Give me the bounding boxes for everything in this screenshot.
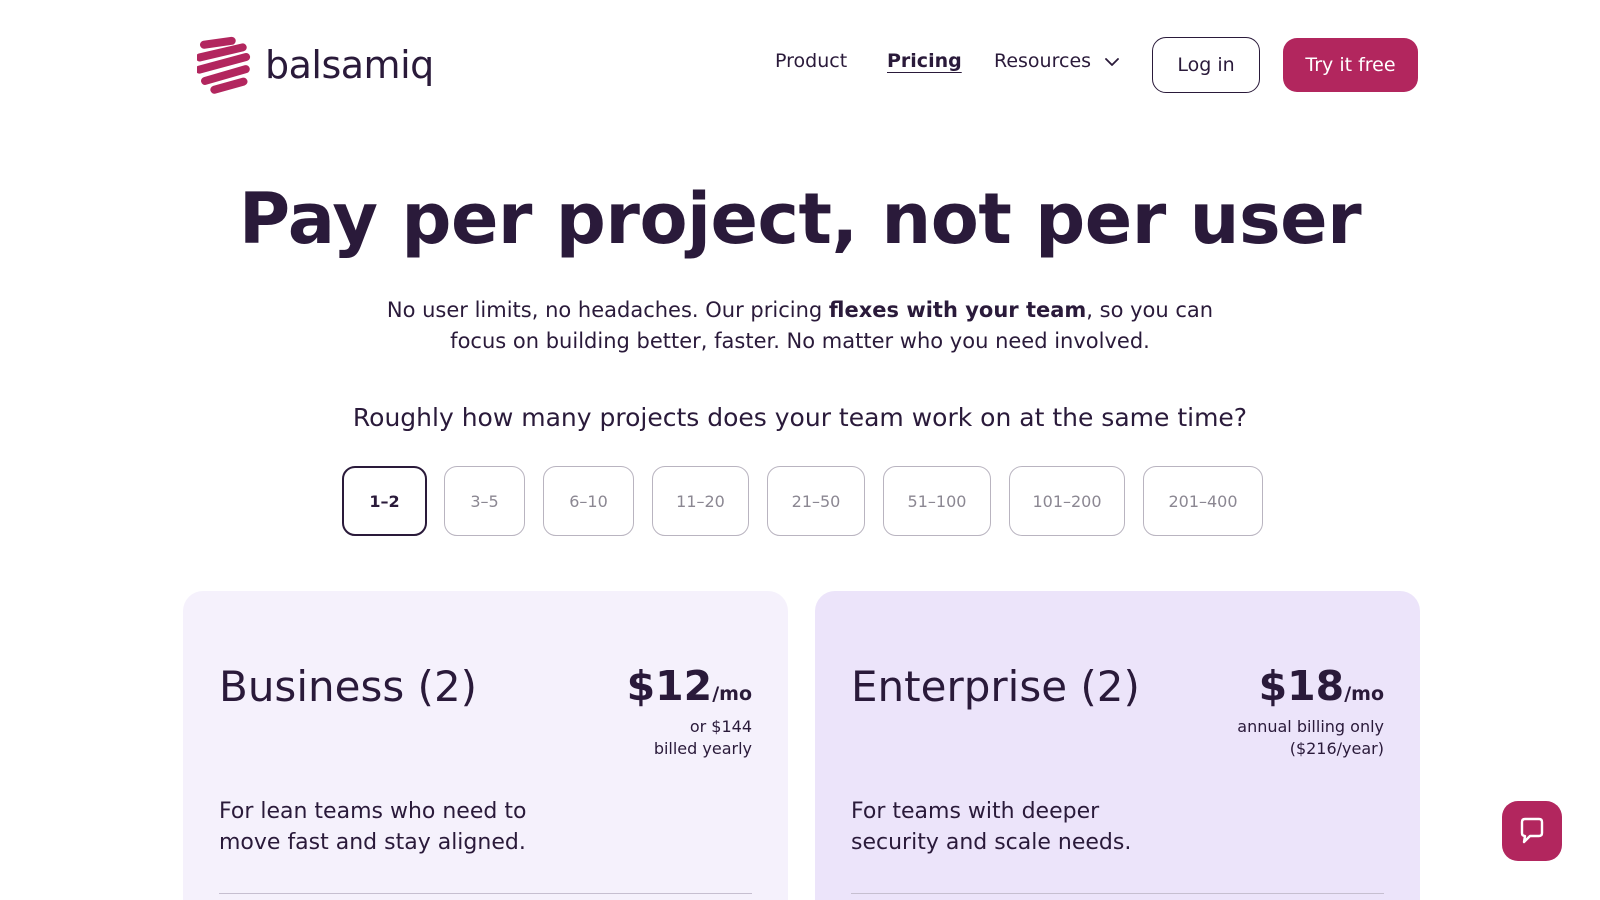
hero-subtitle-bold: flexes with your team — [828, 298, 1087, 322]
login-button[interactable]: Log in — [1152, 37, 1260, 93]
plan-price-note: or $144 billed yearly — [627, 716, 752, 760]
divider — [219, 893, 752, 894]
nav-resources-menu[interactable]: Resources — [994, 50, 1119, 72]
project-count-option[interactable]: 201–400 — [1143, 466, 1263, 536]
project-count-option[interactable]: 21–50 — [767, 466, 865, 536]
plan-name: Enterprise (2) — [851, 662, 1140, 711]
plan-price-unit: /mo — [712, 683, 752, 705]
nav-product-link[interactable]: Product — [775, 50, 847, 72]
project-count-option[interactable]: 3–5 — [444, 466, 525, 536]
plan-price-note-line1: annual billing only — [1237, 717, 1384, 736]
business-plan-card: Business (2) $12/mo or $144 billed yearl… — [183, 591, 788, 900]
plan-description: For teams with deeper security and scale… — [851, 799, 1132, 855]
hero-subtitle-part1: No user limits, no headaches. Our pricin… — [386, 298, 829, 322]
project-count-option[interactable]: 51–100 — [883, 466, 991, 536]
project-count-question: Roughly how many projects does your team… — [352, 403, 1248, 432]
help-chat-button[interactable] — [1502, 801, 1562, 861]
divider — [851, 893, 1384, 894]
project-count-option[interactable]: 1–2 — [342, 466, 427, 536]
project-count-selector: 1–2 3–5 6–10 11–20 21–50 51–100 101–200 … — [0, 466, 1600, 536]
nav-resources-label: Resources — [994, 50, 1092, 72]
page-title: Pay per project, not per user — [238, 178, 1362, 260]
plan-price-block: $18/mo annual billing only ($216/year) — [1237, 662, 1384, 760]
plan-price: $12 — [626, 662, 713, 710]
chat-bubble-icon — [1520, 817, 1544, 844]
project-count-option[interactable]: 6–10 — [543, 466, 634, 536]
try-it-free-button[interactable]: Try it free — [1283, 38, 1418, 92]
nav-pricing-link[interactable]: Pricing — [887, 50, 962, 72]
plan-price-block: $12/mo or $144 billed yearly — [627, 662, 752, 760]
plan-name: Business (2) — [219, 662, 478, 711]
plan-price-note-line2: billed yearly — [653, 739, 752, 758]
enterprise-plan-card: Enterprise (2) $18/mo annual billing onl… — [815, 591, 1420, 900]
plan-description: For lean teams who need to move fast and… — [219, 799, 527, 855]
plan-price-note-line1: or $144 — [689, 717, 752, 736]
plan-price-note-line2: ($216/year) — [1289, 739, 1384, 758]
chevron-down-icon — [1105, 50, 1119, 72]
hero-subtitle: No user limits, no headaches. Our pricin… — [380, 295, 1220, 357]
plan-price: $18 — [1258, 662, 1345, 710]
project-count-option[interactable]: 11–20 — [652, 466, 749, 536]
project-count-option[interactable]: 101–200 — [1009, 466, 1125, 536]
plan-price-note: annual billing only ($216/year) — [1237, 716, 1384, 760]
plan-price-unit: /mo — [1344, 683, 1384, 705]
